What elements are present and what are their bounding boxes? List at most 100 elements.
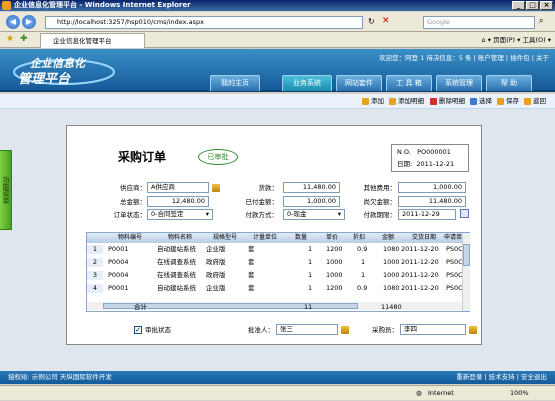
- refresh-icon[interactable]: ↻: [368, 17, 375, 26]
- stop-icon[interactable]: ✕: [382, 16, 390, 26]
- col-header[interactable]: 物料编号: [104, 233, 156, 243]
- approver-field[interactable]: 张三: [276, 324, 338, 335]
- cell-amount[interactable]: 1000: [383, 271, 400, 280]
- delete-detail-button[interactable]: 删除明细: [430, 96, 465, 107]
- cell-price[interactable]: 1000: [326, 271, 343, 280]
- col-header[interactable]: 单价: [318, 233, 346, 243]
- add-favorites-icon[interactable]: ✚: [20, 34, 28, 44]
- paid-field[interactable]: 1,000.00: [283, 196, 340, 207]
- browser-tab[interactable]: 企业信息化管理平台: [40, 33, 145, 48]
- ie-command-bar[interactable]: ⌂ ▾ 页面(P) ▾ 工具(O) ▾: [482, 34, 551, 46]
- col-header[interactable]: 交货日期: [404, 233, 444, 243]
- cell-spec[interactable]: 企业版: [206, 284, 226, 293]
- col-header[interactable]: 数量: [284, 233, 318, 243]
- nav-system[interactable]: 系统管理: [436, 75, 482, 91]
- status-select[interactable]: 0-合同签定 ▾: [147, 209, 213, 220]
- cell-date[interactable]: 2011-12-20: [401, 258, 439, 267]
- cell-qty[interactable]: 1: [308, 258, 312, 267]
- back-icon[interactable]: ◀: [6, 15, 20, 29]
- ie-tools-menu[interactable]: 页面(P) ▾ 工具(O) ▾: [493, 36, 551, 44]
- cell-request[interactable]: PS0C: [446, 284, 463, 293]
- nav-home[interactable]: 我的主页: [210, 75, 260, 91]
- back-button[interactable]: 返回: [524, 96, 546, 107]
- cell-date[interactable]: 2011-12-20: [401, 271, 439, 280]
- other-fee-field[interactable]: 1,000.00: [398, 182, 466, 193]
- row-number: 2: [87, 258, 103, 267]
- cell-name[interactable]: 自动建站系统: [157, 245, 196, 254]
- cell-qty[interactable]: 1: [308, 271, 312, 280]
- save-button[interactable]: 保存: [497, 96, 519, 107]
- buyer-field[interactable]: 李四: [400, 324, 466, 335]
- cell-date[interactable]: 2011-12-20: [401, 284, 439, 293]
- add-button[interactable]: 添加: [362, 96, 384, 107]
- col-header[interactable]: 折扣: [346, 233, 372, 243]
- col-header[interactable]: 申请单: [444, 233, 462, 243]
- total-field[interactable]: 12,480.00: [147, 196, 209, 207]
- top-links[interactable]: 欢迎您：阿登 1 待决信息：5 条 | 账户管理 | 插件包 | 关于: [379, 53, 549, 63]
- cell-qty[interactable]: 1: [308, 284, 312, 293]
- col-header[interactable]: 金额: [372, 233, 404, 243]
- function-menu-tab[interactable]: 功能菜单: [0, 150, 12, 230]
- search-input[interactable]: Google: [423, 16, 535, 29]
- cell-unit[interactable]: 套: [248, 284, 255, 293]
- select-button[interactable]: 选择: [470, 96, 492, 107]
- favorites-star-icon[interactable]: ★: [6, 34, 14, 44]
- col-header[interactable]: 规格型号: [204, 233, 246, 243]
- minimize-button[interactable]: _: [512, 1, 525, 10]
- col-header[interactable]: 计量单位: [246, 233, 284, 243]
- cell-code[interactable]: P0004: [108, 271, 128, 280]
- maximize-button[interactable]: □: [526, 1, 539, 10]
- cell-date[interactable]: 2011-12-20: [401, 245, 439, 254]
- balance-field[interactable]: 11,480.00: [398, 196, 466, 207]
- cell-request[interactable]: PS0C: [446, 258, 463, 267]
- cell-request[interactable]: PS0C: [446, 245, 463, 254]
- col-header[interactable]: 物料名称: [156, 233, 204, 243]
- approve-checkbox[interactable]: ✓: [134, 326, 142, 334]
- cell-spec[interactable]: 政府版: [206, 271, 226, 280]
- footer-links[interactable]: 重新登录 | 技术支持 | 安全退出: [456, 371, 547, 384]
- cell-discount[interactable]: 1: [361, 258, 365, 267]
- cell-price[interactable]: 1200: [326, 245, 343, 254]
- goods-field[interactable]: 11,480.00: [283, 182, 340, 193]
- cell-name[interactable]: 在线调查系统: [157, 271, 196, 280]
- pay-method-select[interactable]: 0-现金 ▾: [283, 209, 345, 220]
- due-field[interactable]: 2011-12-29: [398, 209, 456, 220]
- nav-website[interactable]: 网站套件: [336, 75, 382, 91]
- address-input[interactable]: http://localhost:3257/hsp010/cms/index.a…: [45, 16, 363, 29]
- cell-amount[interactable]: 1080: [383, 284, 400, 293]
- cell-name[interactable]: 自动建站系统: [157, 284, 196, 293]
- cell-qty[interactable]: 1: [308, 245, 312, 254]
- approver-picker-icon[interactable]: [341, 326, 349, 334]
- cell-code[interactable]: P0001: [108, 245, 128, 254]
- cell-amount[interactable]: 1080: [383, 245, 400, 254]
- home-icon[interactable]: ⌂ ▾: [482, 36, 491, 44]
- forward-icon[interactable]: ▶: [22, 15, 36, 29]
- cell-unit[interactable]: 套: [248, 271, 255, 280]
- cell-price[interactable]: 1000: [326, 258, 343, 267]
- cell-name[interactable]: 在线调查系统: [157, 258, 196, 267]
- cell-code[interactable]: P0004: [108, 258, 128, 267]
- cell-request[interactable]: PS0C: [446, 271, 463, 280]
- cell-spec[interactable]: 政府版: [206, 258, 226, 267]
- buyer-picker-icon[interactable]: [469, 326, 477, 334]
- add-detail-button[interactable]: 添加明细: [389, 96, 424, 107]
- search-icon[interactable]: ⌕: [539, 16, 543, 26]
- cell-unit[interactable]: 套: [248, 245, 255, 254]
- cell-discount[interactable]: 0.9: [357, 284, 367, 293]
- cell-discount[interactable]: 0.9: [357, 245, 367, 254]
- zoom-level[interactable]: 100%: [510, 386, 529, 401]
- close-button[interactable]: ×: [540, 1, 553, 10]
- supplier-field[interactable]: A供应商: [147, 182, 209, 193]
- cell-unit[interactable]: 套: [248, 258, 255, 267]
- cell-spec[interactable]: 企业版: [206, 245, 226, 254]
- calendar-icon[interactable]: [460, 209, 469, 218]
- cell-discount[interactable]: 1: [361, 271, 365, 280]
- nav-help[interactable]: 帮 助: [486, 75, 532, 91]
- supplier-picker-icon[interactable]: [212, 184, 220, 192]
- nav-business[interactable]: 业务系统: [282, 75, 332, 91]
- nav-toolbox[interactable]: 工 具 箱: [386, 75, 432, 91]
- cell-price[interactable]: 1200: [326, 284, 343, 293]
- cell-amount[interactable]: 1000: [383, 258, 400, 267]
- cell-code[interactable]: P0001: [108, 284, 128, 293]
- grid-vertical-thumb[interactable]: [463, 244, 470, 266]
